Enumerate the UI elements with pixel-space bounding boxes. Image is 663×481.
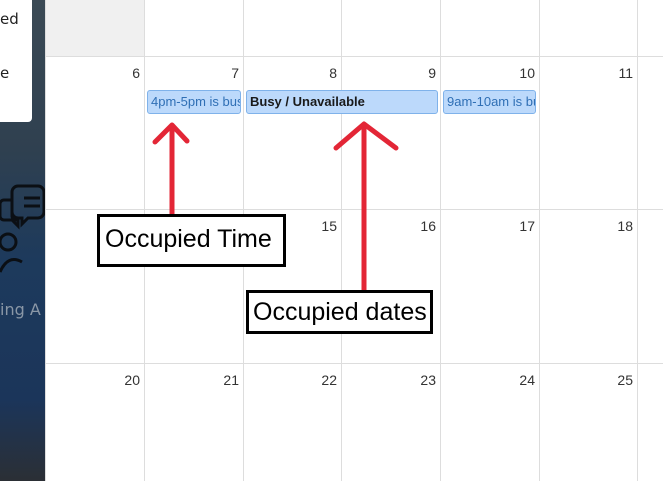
occupied-dates-label: Occupied dates (246, 290, 433, 334)
occupied-dates-arrow-icon (333, 121, 399, 293)
occupied-time-arrow-icon (152, 122, 190, 221)
screenshot-root: ed e ing A 6 7 8 9 10 11 15 16 17 18 20 … (0, 0, 663, 481)
occupied-time-label: Occupied Time (97, 214, 286, 267)
